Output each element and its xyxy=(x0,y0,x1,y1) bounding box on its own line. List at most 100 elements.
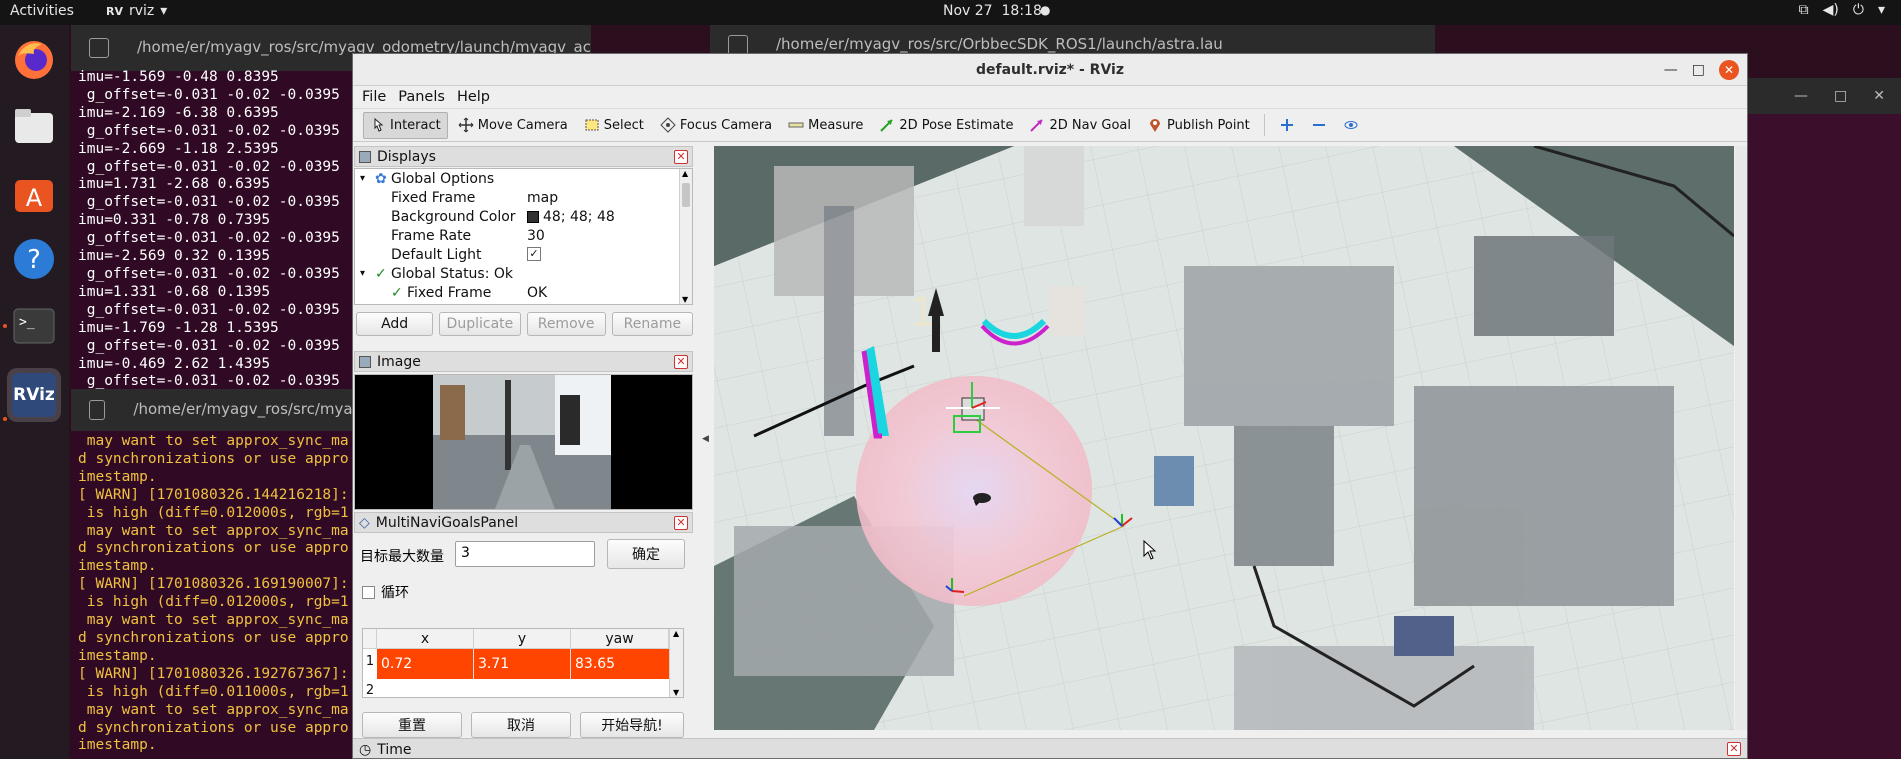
tree-value[interactable]: 30 xyxy=(527,228,545,244)
minimize-icon[interactable]: — xyxy=(1664,62,1678,78)
image-panel-title[interactable]: Image ✕ xyxy=(354,351,693,372)
window-titlebar[interactable]: default.rviz* - RViz — □ ✕ xyxy=(353,54,1747,86)
table-scrollbar[interactable]: ▲ ▼ xyxy=(669,629,683,697)
svg-text:>_: >_ xyxy=(19,315,35,330)
software-icon[interactable]: A xyxy=(9,168,59,218)
terminal-title: /home/er/myagv_ros/src/myagv xyxy=(133,400,371,419)
reset-button[interactable]: 重置 xyxy=(362,712,462,738)
cancel-button[interactable]: 取消 xyxy=(471,712,571,738)
rviz-window[interactable]: default.rviz* - RViz — □ ✕ File Panels H… xyxy=(352,53,1748,759)
maximize-icon[interactable]: □ xyxy=(1692,62,1705,78)
scroll-up-icon[interactable]: ▲ xyxy=(673,629,679,638)
terminal-line: is high (diff=0.012000s, rgb=1 xyxy=(78,504,349,521)
menu-panels[interactable]: Panels xyxy=(398,89,445,105)
terminal-titlebar[interactable]: /home/er/myagv_ros/src/myagv xyxy=(71,389,371,431)
tool-2d-nav-goal[interactable]: 2D Nav Goal xyxy=(1023,112,1137,139)
duplicate-button[interactable]: Duplicate xyxy=(439,312,521,336)
terminal-window-warnings[interactable]: /home/er/myagv_ros/src/myagv may want to… xyxy=(71,389,371,759)
maximize-icon[interactable]: □ xyxy=(1834,88,1847,104)
tree-row-global-status[interactable]: ▾ ✓ Global Status: Ok xyxy=(355,265,680,284)
remove-button[interactable]: Remove xyxy=(526,312,606,336)
tree-row-frame-rate[interactable]: Frame Rate 30 xyxy=(355,227,680,246)
cell-x[interactable]: 0.72 xyxy=(377,649,474,679)
close-icon[interactable]: ✕ xyxy=(1873,88,1885,104)
add-tool-button[interactable] xyxy=(1273,112,1301,139)
tree-value[interactable]: 48; 48; 48 xyxy=(527,209,615,225)
files-icon[interactable] xyxy=(9,101,59,151)
row-header[interactable]: 1 xyxy=(363,654,377,669)
scroll-down-icon[interactable]: ▼ xyxy=(682,295,688,304)
column-header-x[interactable]: x xyxy=(377,629,474,649)
start-navigation-button[interactable]: 开始导航! xyxy=(580,712,684,738)
firefox-icon[interactable] xyxy=(9,35,59,85)
scroll-up-icon[interactable]: ▲ xyxy=(682,169,688,178)
system-tray[interactable]: ⧉ ◀) ⏻ ▾ xyxy=(1799,2,1885,18)
new-tab-icon[interactable] xyxy=(728,35,748,55)
tool-focus-camera[interactable]: Focus Camera xyxy=(654,112,778,139)
add-button[interactable]: Add xyxy=(356,312,434,336)
tool-2d-pose-estimate[interactable]: 2D Pose Estimate xyxy=(873,112,1019,139)
new-tab-icon[interactable] xyxy=(89,400,106,420)
tree-row-default-light[interactable]: Default Light ✓ xyxy=(355,246,680,265)
rviz-icon[interactable]: RViz xyxy=(7,368,61,422)
tool-interact[interactable]: Interact xyxy=(363,111,448,139)
displays-tree[interactable]: ▾ ✿ Global Options Fixed Frame map Backg… xyxy=(354,168,693,305)
menu-help[interactable]: Help xyxy=(457,89,490,105)
minimize-icon[interactable]: — xyxy=(1794,88,1808,104)
scrollbar-thumb[interactable] xyxy=(682,183,690,207)
terminal-line: imestamp. xyxy=(78,737,157,754)
tree-row-fixed-frame-status[interactable]: ✓ Fixed Frame OK xyxy=(355,284,680,303)
scroll-down-icon[interactable]: ▼ xyxy=(673,688,679,697)
tool-select[interactable]: Select xyxy=(578,112,650,139)
collapse-arrow-icon[interactable]: ▾ xyxy=(360,268,365,279)
tree-row-background-color[interactable]: Background Color 48; 48; 48 xyxy=(355,208,680,227)
tool-measure[interactable]: Measure xyxy=(782,112,869,139)
clock[interactable]: Nov 27 18:18 xyxy=(943,3,1042,19)
svg-text:?: ? xyxy=(27,245,41,275)
column-header-yaw[interactable]: yaw xyxy=(571,629,669,649)
diamond-icon: ◇ xyxy=(359,514,370,531)
column-header-y[interactable]: y xyxy=(474,629,571,649)
terminal-icon[interactable]: >_ xyxy=(9,301,59,351)
panel-title: Time xyxy=(377,741,412,758)
cell-y[interactable]: 3.71 xyxy=(474,649,571,679)
close-icon[interactable]: ✕ xyxy=(674,355,688,369)
max-goals-input[interactable]: 3 xyxy=(455,541,595,567)
close-icon[interactable]: ✕ xyxy=(1719,60,1739,80)
tree-row-global-options[interactable]: ▾ ✿ Global Options xyxy=(355,170,680,189)
close-icon[interactable]: ✕ xyxy=(674,516,688,530)
confirm-button[interactable]: 确定 xyxy=(607,539,685,569)
cell-yaw[interactable]: 83.65 xyxy=(571,649,669,679)
close-icon[interactable]: ✕ xyxy=(674,150,688,164)
goals-panel-title[interactable]: ◇ MultiNaviGoalsPanel ✕ xyxy=(354,512,693,533)
tool-properties-button[interactable] xyxy=(1337,112,1365,139)
panel-title: MultiNaviGoalsPanel xyxy=(375,514,519,531)
new-tab-icon[interactable] xyxy=(89,38,109,58)
tree-value[interactable]: map xyxy=(527,190,558,206)
close-icon[interactable]: ✕ xyxy=(1727,742,1741,756)
app-menu[interactable]: RV rviz ▾ xyxy=(106,3,167,19)
help-icon[interactable]: ? xyxy=(9,234,59,284)
tool-publish-point[interactable]: Publish Point xyxy=(1141,112,1256,139)
displays-panel-title[interactable]: Displays ✕ xyxy=(354,146,693,167)
tree-row-fixed-frame[interactable]: Fixed Frame map xyxy=(355,189,680,208)
menu-file[interactable]: File xyxy=(362,89,386,105)
notification-dot: ● xyxy=(1040,3,1051,17)
tree-scrollbar[interactable]: ▲ ▼ xyxy=(679,169,692,304)
collapse-arrow-icon[interactable]: ▾ xyxy=(360,173,365,184)
tool-label: 2D Nav Goal xyxy=(1049,117,1132,133)
remove-tool-button[interactable] xyxy=(1305,112,1333,139)
loop-checkbox[interactable]: 循环 xyxy=(362,582,409,602)
tool-label: Publish Point xyxy=(1167,117,1250,133)
time-panel-title[interactable]: ◷ Time ✕ xyxy=(353,738,1747,758)
activities-button[interactable]: Activities xyxy=(10,3,74,19)
collapse-left-icon[interactable]: ◀ xyxy=(702,434,709,444)
clock-date: Nov 27 xyxy=(943,3,993,19)
default-light-checkbox[interactable]: ✓ xyxy=(527,247,541,261)
rename-button[interactable]: Rename xyxy=(611,312,693,336)
3d-viewport[interactable]: 1 xyxy=(714,146,1734,730)
goals-table[interactable]: x y yaw 1 0.72 3.71 83.65 2 ▲ ▼ xyxy=(362,628,684,698)
row-header[interactable]: 2 xyxy=(363,683,377,697)
terminal-line: may want to set approx_sync_ma xyxy=(78,522,349,539)
tool-move-camera[interactable]: Move Camera xyxy=(452,112,574,139)
